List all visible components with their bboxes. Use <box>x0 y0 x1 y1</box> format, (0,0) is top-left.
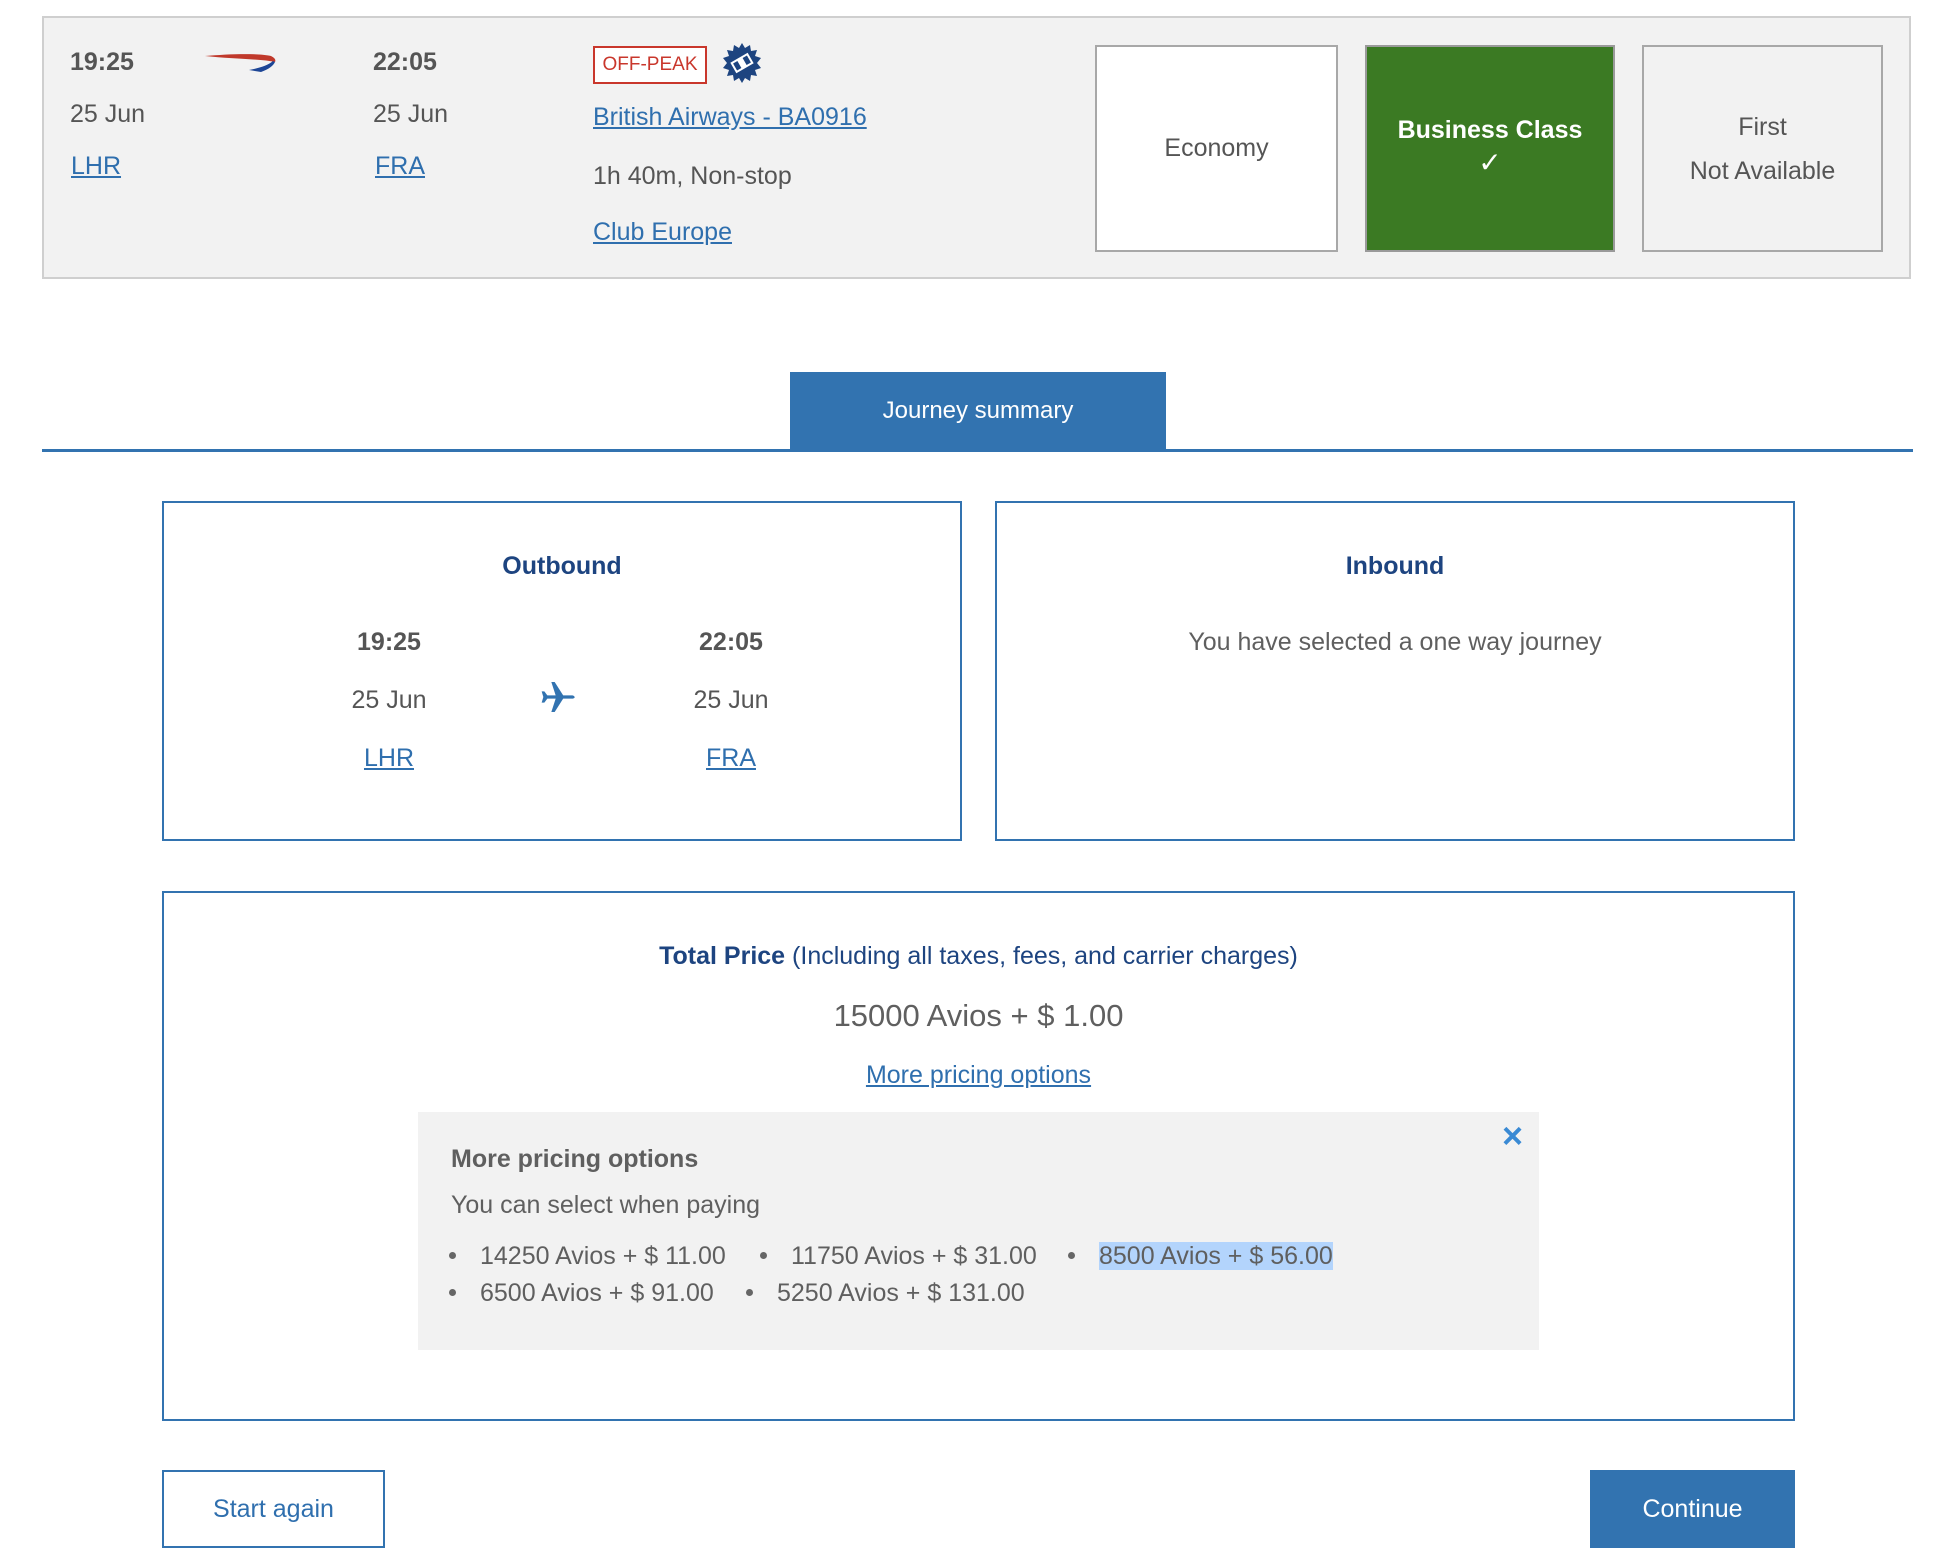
continue-button[interactable]: Continue <box>1590 1470 1795 1548</box>
start-again-button[interactable]: Start again <box>162 1470 385 1548</box>
outbound-depart-time: 19:25 <box>357 628 421 656</box>
outbound-arrive-date: 25 Jun <box>693 686 769 714</box>
arrive-date: 25 Jun <box>373 100 449 128</box>
cabin-economy-label: Economy <box>1164 134 1269 162</box>
flight-number-link[interactable]: British Airways - BA0916 <box>593 103 867 132</box>
depart-time: 19:25 <box>70 48 134 76</box>
depart-airport-link[interactable]: LHR <box>71 152 121 181</box>
pricing-options-subtitle: You can select when paying <box>451 1191 761 1219</box>
bullet-icon <box>760 1251 767 1259</box>
cabin-business-label: Business Class <box>1397 116 1583 144</box>
total-price-note: (Including all taxes, fees, and carrier … <box>792 942 1298 970</box>
arrive-time: 22:05 <box>373 48 437 76</box>
close-icon[interactable]: × <box>1502 1118 1523 1154</box>
bullet-icon <box>449 1251 456 1259</box>
pricing-option-label: 5250 Avios + $ 131.00 <box>777 1279 1025 1307</box>
pricing-option[interactable]: 14250 Avios + $ 11.00 <box>449 1242 726 1271</box>
bullet-icon <box>1068 1251 1075 1259</box>
reward-ticket-icon <box>723 43 761 83</box>
tab-journey-summary[interactable]: Journey summary <box>790 372 1166 450</box>
cabin-business-option[interactable]: Business Class ✓ <box>1365 45 1615 252</box>
check-icon: ✓ <box>1478 147 1502 178</box>
bullet-icon <box>449 1288 456 1296</box>
british-airways-logo-icon <box>205 54 276 72</box>
arrive-airport-link[interactable]: FRA <box>375 152 425 181</box>
total-price-label: Total Price <box>659 942 786 970</box>
pricing-option[interactable]: 5250 Avios + $ 131.00 <box>746 1279 1025 1308</box>
cabin-first-option: First Not Available <box>1642 45 1883 252</box>
outbound-arrive-time: 22:05 <box>699 628 763 656</box>
outbound-depart-airport-link[interactable]: LHR <box>364 744 414 772</box>
flight-card <box>42 16 1911 279</box>
flight-duration: 1h 40m, Non-stop <box>593 162 792 190</box>
bullet-icon <box>746 1288 753 1296</box>
outbound-title: Outbound <box>502 552 622 580</box>
tab-divider <box>42 449 1913 452</box>
cabin-first-status: Not Available <box>1689 156 1836 185</box>
more-pricing-wrap: More pricing options <box>162 1061 1795 1090</box>
pricing-option-label-selected: 8500 Avios + $ 56.00 <box>1099 1242 1333 1270</box>
pricing-options-title: More pricing options <box>451 1145 699 1173</box>
outbound-depart-date: 25 Jun <box>351 686 427 714</box>
pricing-option-label: 6500 Avios + $ 91.00 <box>480 1279 714 1307</box>
pricing-option[interactable]: 8500 Avios + $ 56.00 <box>1068 1242 1333 1271</box>
cabin-first-label: First <box>1738 112 1787 141</box>
depart-date: 25 Jun <box>70 100 146 128</box>
cabin-economy-option[interactable]: Economy <box>1095 45 1338 252</box>
pricing-option[interactable]: 6500 Avios + $ 91.00 <box>449 1279 714 1308</box>
outbound-arrive-airport-wrap: FRA <box>631 744 831 773</box>
total-price-heading: Total Price (Including all taxes, fees, … <box>162 942 1795 971</box>
outbound-arrive-airport-link[interactable]: FRA <box>706 744 756 772</box>
more-pricing-options-link[interactable]: More pricing options <box>866 1061 1091 1089</box>
inbound-message: You have selected a one way journey <box>1188 628 1602 656</box>
pricing-option-label: 11750 Avios + $ 31.00 <box>791 1242 1037 1270</box>
outbound-depart-airport-wrap: LHR <box>289 744 489 773</box>
cabin-name-link[interactable]: Club Europe <box>593 218 732 247</box>
inbound-title: Inbound <box>1345 552 1445 580</box>
airplane-icon <box>541 682 575 712</box>
pricing-option-label: 14250 Avios + $ 11.00 <box>480 1242 726 1270</box>
pricing-option[interactable]: 11750 Avios + $ 31.00 <box>760 1242 1037 1271</box>
off-peak-badge: OFF-PEAK <box>593 46 707 84</box>
total-price-value: 15000 Avios + $ 1.00 <box>833 998 1124 1033</box>
